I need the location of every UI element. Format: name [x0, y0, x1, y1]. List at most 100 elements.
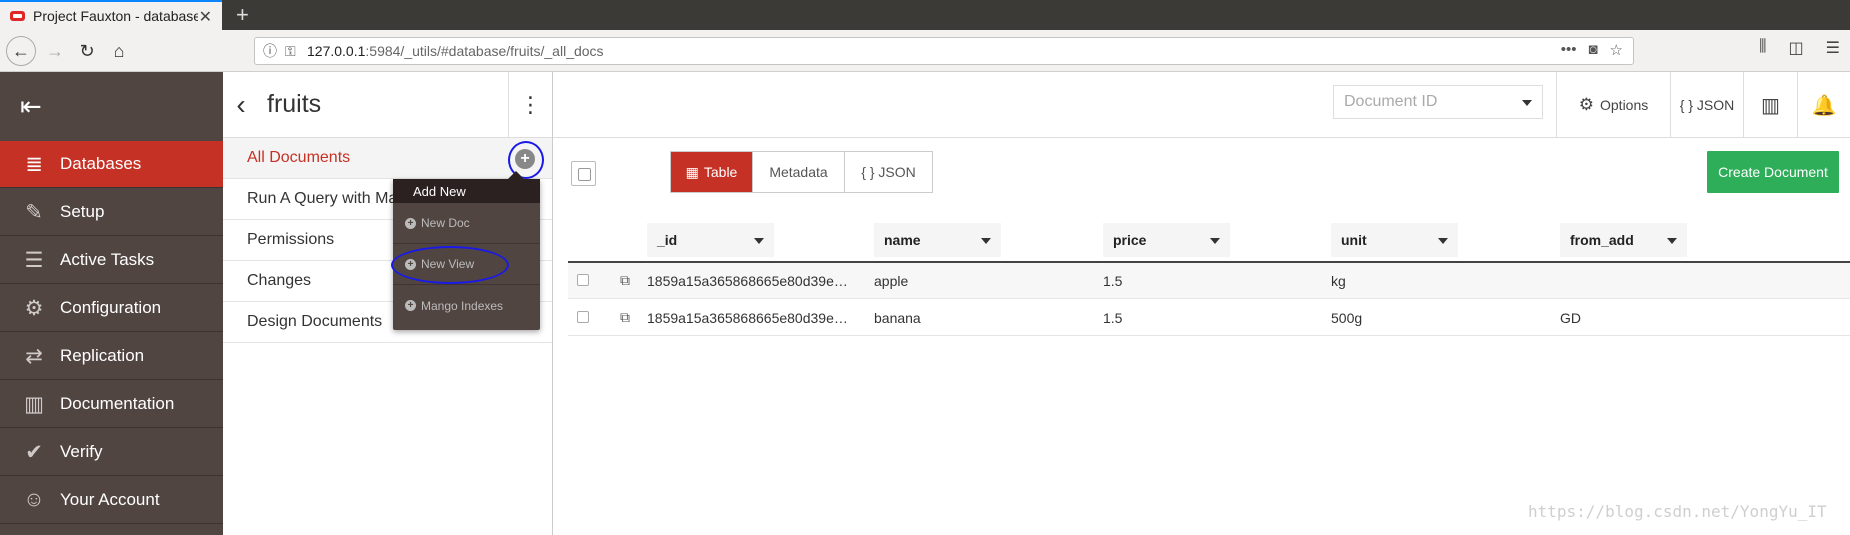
annotation-circle	[391, 246, 509, 284]
couchdb-favicon-icon	[10, 11, 25, 21]
browser-tab[interactable]: Project Fauxton - database ✕	[0, 0, 222, 30]
home-icon[interactable]: ⌂	[104, 36, 134, 66]
back-icon[interactable]: ←	[6, 36, 36, 66]
chevron-left-icon[interactable]: ‹	[223, 89, 259, 121]
sidebar-item-setup[interactable]: ✎ Setup	[0, 189, 223, 236]
sidebar-item-label: Active Tasks	[60, 250, 155, 269]
sidebar-item-label: Verify	[60, 442, 103, 461]
subnav-item-all-documents[interactable]: All Documents	[223, 138, 552, 179]
column-header-unit[interactable]: unit	[1331, 223, 1458, 257]
chevron-down-icon	[1438, 238, 1448, 244]
cell-id[interactable]: 1859a15a365868665e80d39e…	[647, 263, 857, 299]
tab-json[interactable]: { } JSON	[845, 152, 932, 192]
docs-book-icon[interactable]: ▥	[1743, 72, 1797, 138]
menu-item-new-doc[interactable]: + New Doc	[393, 203, 540, 244]
database-options-icon[interactable]: ⋮	[508, 72, 552, 138]
sidebar-item-label: Documentation	[60, 394, 175, 413]
table-row[interactable]: ⧉ 1859a15a365868665e80d39e… banana 1.5 5…	[568, 300, 1850, 336]
options-label: Options	[1600, 97, 1649, 113]
cell-id[interactable]: 1859a15a365868665e80d39e…	[647, 300, 857, 336]
bookmark-star-icon[interactable]: ☆	[1610, 41, 1623, 59]
library-icon[interactable]: ⫼	[1759, 38, 1766, 58]
database-icon: ≣	[25, 152, 43, 176]
cell-price: 1.5	[1103, 273, 1123, 289]
document-id-search[interactable]: Document ID	[1333, 85, 1543, 119]
column-header-id[interactable]: _id	[647, 223, 774, 257]
gear-icon: ⚙	[24, 296, 44, 320]
table-icon: ▦	[685, 163, 699, 180]
menu-item-mango-indexes[interactable]: + Mango Indexes	[393, 285, 540, 326]
sidebar-item-label: Replication	[60, 346, 145, 365]
subnav-item-label: Run A Query with Ma	[247, 190, 398, 207]
document-id-placeholder: Document ID	[1344, 93, 1438, 110]
chevron-down-icon	[1522, 100, 1532, 106]
column-label: name	[884, 232, 921, 248]
cell-unit: kg	[1331, 273, 1346, 289]
column-label: price	[1113, 232, 1147, 248]
table-header: _id name price unit from_add	[568, 223, 1850, 263]
cell-price: 1.5	[1103, 310, 1123, 326]
sidebar-item-label: Your Account	[60, 490, 160, 509]
forward-icon[interactable]: →	[40, 36, 70, 66]
sidebar-item-label: Setup	[60, 202, 105, 221]
column-header-from-add[interactable]: from_add	[1560, 223, 1687, 257]
menu-icon[interactable]: ☰	[1826, 38, 1840, 58]
copy-id-icon[interactable]: ⧉	[620, 309, 636, 325]
site-info-icon[interactable]: ⓘ⚿	[255, 41, 307, 61]
tab-metadata[interactable]: Metadata	[753, 152, 845, 192]
cell-unit: 500g	[1331, 310, 1363, 326]
tasks-icon: ☰	[24, 248, 44, 272]
chevron-down-icon	[981, 238, 991, 244]
replication-icon: ⇄	[25, 344, 43, 368]
column-label: _id	[657, 232, 678, 248]
url-bar[interactable]: ⓘ⚿ 127.0.0.1 :5984/_utils/#database/frui…	[254, 37, 1634, 65]
sidebar-item-configuration[interactable]: ⚙ Configuration	[0, 285, 223, 332]
page-actions-icon[interactable]: •••	[1561, 41, 1577, 59]
tab-table[interactable]: ▦ Table	[671, 152, 753, 192]
sidebar-icon[interactable]: ◫	[1789, 38, 1804, 58]
subnav-item-label: Design Documents	[247, 313, 383, 330]
sidebar-item-databases[interactable]: ≣ Databases	[0, 141, 223, 188]
close-tab-icon[interactable]: ✕	[199, 7, 212, 27]
browser-navbar: ← → ↻ ⌂ ⓘ⚿ 127.0.0.1 :5984/_utils/#datab…	[0, 30, 1850, 72]
tab-title: Project Fauxton - database	[33, 8, 198, 24]
url-path: :5984/_utils/#database/fruits/_all_docs	[365, 43, 604, 59]
collapse-sidebar-icon[interactable]: ⇤	[0, 72, 223, 140]
subnav-item-label: Changes	[247, 272, 312, 289]
row-checkbox[interactable]	[577, 274, 589, 286]
json-api-button[interactable]: { } JSON	[1670, 72, 1743, 138]
cell-name: banana	[874, 310, 921, 326]
copy-id-icon[interactable]: ⧉	[620, 272, 636, 288]
cell-name: apple	[874, 273, 909, 289]
column-header-price[interactable]: price	[1103, 223, 1230, 257]
chevron-down-icon	[1210, 238, 1220, 244]
create-document-button[interactable]: Create Document	[1707, 151, 1839, 193]
reload-icon[interactable]: ↻	[72, 36, 102, 66]
url-host: 127.0.0.1	[307, 43, 366, 59]
menu-item-label: New Doc	[421, 216, 470, 230]
options-button[interactable]: ⚙ Options	[1556, 72, 1670, 138]
view-toggle: ▦ Table Metadata { } JSON	[670, 151, 933, 193]
dropdown-header: Add New	[393, 179, 540, 203]
notification-bell-icon[interactable]: 🔔	[1797, 72, 1850, 138]
column-header-name[interactable]: name	[874, 223, 1001, 257]
subnav-item-label: Permissions	[247, 231, 335, 248]
user-icon: ☺	[23, 488, 45, 511]
cell-from-add: GD	[1560, 310, 1581, 326]
watermark: https://blog.csdn.net/YongYu_IT	[1528, 502, 1827, 521]
sidebar-item-active-tasks[interactable]: ☰ Active Tasks	[0, 237, 223, 284]
column-label: unit	[1341, 232, 1367, 248]
menu-item-label: Mango Indexes	[421, 298, 504, 313]
table-row[interactable]: ⧉ 1859a15a365868665e80d39e… apple 1.5 kg	[568, 263, 1850, 299]
sidebar-item-verify[interactable]: ✔ Verify	[0, 429, 223, 476]
sidebar-item-replication[interactable]: ⇄ Replication	[0, 333, 223, 380]
row-checkbox[interactable]	[577, 311, 589, 323]
select-all-checkbox[interactable]	[571, 161, 596, 186]
sidebar-item-your-account[interactable]: ☺ Your Account	[0, 477, 223, 524]
new-tab-icon[interactable]: +	[236, 2, 249, 28]
pocket-icon[interactable]: ◙	[1588, 41, 1597, 59]
main-header: Document ID ⚙ Options { } JSON ▥ 🔔	[553, 72, 1850, 138]
sidebar-item-documentation[interactable]: ▥ Documentation	[0, 381, 223, 428]
subnav-item-label: All Documents	[247, 149, 351, 166]
check-icon: ✔	[25, 440, 43, 464]
